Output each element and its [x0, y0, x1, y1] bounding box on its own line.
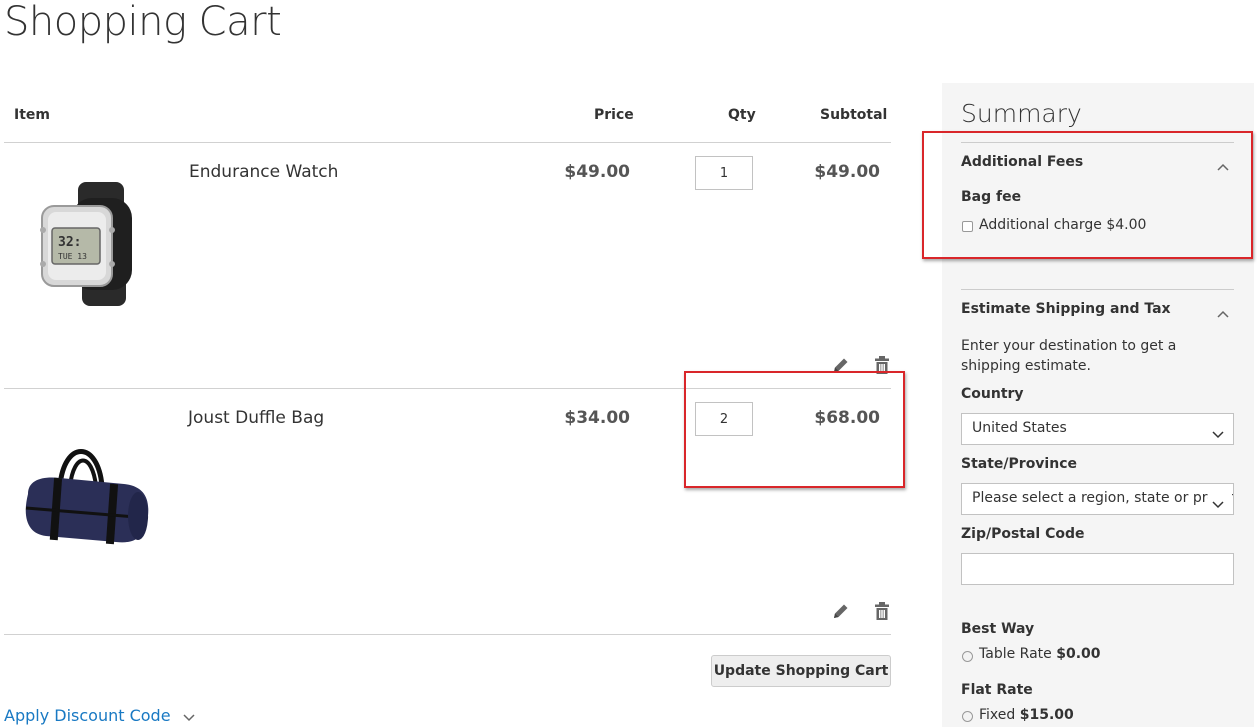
pencil-icon[interactable] [831, 601, 851, 621]
country-label: Country [961, 386, 1024, 402]
apply-discount-toggle[interactable]: Apply Discount Code [4, 706, 196, 726]
state-select-value: Please select a region, state or provinc… [972, 490, 1234, 506]
column-header-qty: Qty [728, 107, 756, 123]
divider [4, 634, 891, 635]
item-price: $49.00 [564, 162, 630, 182]
zip-label: Zip/Postal Code [961, 526, 1085, 542]
state-select[interactable]: Please select a region, state or provinc… [961, 483, 1234, 515]
apply-discount-link[interactable]: Apply Discount Code [4, 706, 171, 725]
divider [961, 289, 1234, 290]
watch-image[interactable]: 32: TUE 13 [28, 178, 148, 310]
duffle-bag-image[interactable] [20, 430, 152, 552]
column-header-price: Price [594, 107, 634, 123]
column-header-subtotal: Subtotal [820, 107, 888, 123]
item-price: $34.00 [564, 408, 630, 428]
highlight-box [684, 371, 905, 488]
chevron-down-icon [1211, 495, 1225, 514]
summary-title: Summary [961, 99, 1082, 128]
page-title: Shopping Cart [4, 0, 282, 45]
svg-text:TUE 13: TUE 13 [58, 252, 87, 261]
trash-icon[interactable] [872, 601, 892, 621]
qty-input[interactable] [695, 156, 753, 190]
carrier-title: Flat Rate [961, 682, 1033, 698]
shipping-method-price: $0.00 [1056, 646, 1101, 662]
column-header-item: Item [14, 107, 50, 123]
shipping-method-price: $15.00 [1019, 707, 1074, 723]
shipping-method-radio[interactable] [962, 711, 973, 722]
highlight-box [922, 131, 1253, 259]
country-select[interactable]: United States [961, 413, 1234, 445]
item-name-link[interactable]: Joust Duffle Bag [188, 408, 324, 428]
item-name-link[interactable]: Endurance Watch [189, 162, 338, 182]
shipping-method-option[interactable]: Table Rate $0.00 [979, 646, 1101, 662]
shipping-method-label: Table Rate [979, 646, 1052, 662]
shipping-method-label: Fixed [979, 707, 1016, 723]
carrier-title: Best Way [961, 621, 1035, 637]
chevron-down-icon [1211, 425, 1225, 444]
divider [4, 142, 891, 143]
estimate-shipping-toggle[interactable]: Estimate Shipping and Tax [961, 301, 1171, 317]
zip-input[interactable] [961, 553, 1234, 585]
estimate-description: Enter your destination to get a shipping… [961, 338, 1177, 374]
item-subtotal: $49.00 [814, 162, 880, 182]
country-select-value: United States [972, 420, 1067, 436]
shipping-method-radio[interactable] [962, 651, 973, 662]
state-label: State/Province [961, 456, 1077, 472]
update-shopping-cart-button[interactable]: Update Shopping Cart [711, 655, 891, 687]
shipping-method-option[interactable]: Fixed $15.00 [979, 707, 1074, 723]
svg-text:32:: 32: [58, 235, 81, 250]
chevron-down-icon [182, 707, 196, 726]
chevron-up-icon[interactable] [1216, 304, 1230, 323]
